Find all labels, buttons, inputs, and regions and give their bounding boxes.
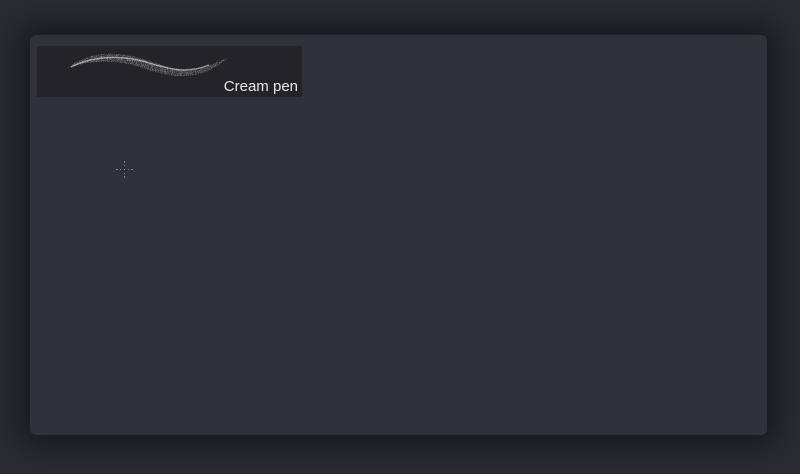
crosshair-cursor-icon bbox=[116, 161, 133, 178]
brush-item-cream-pen[interactable]: Cream pen bbox=[37, 46, 302, 97]
brush-name-label: Cream pen bbox=[223, 78, 298, 95]
brush-library-panel: Cream pen bbox=[30, 35, 767, 435]
app-screen: Cream pen bbox=[0, 0, 800, 474]
